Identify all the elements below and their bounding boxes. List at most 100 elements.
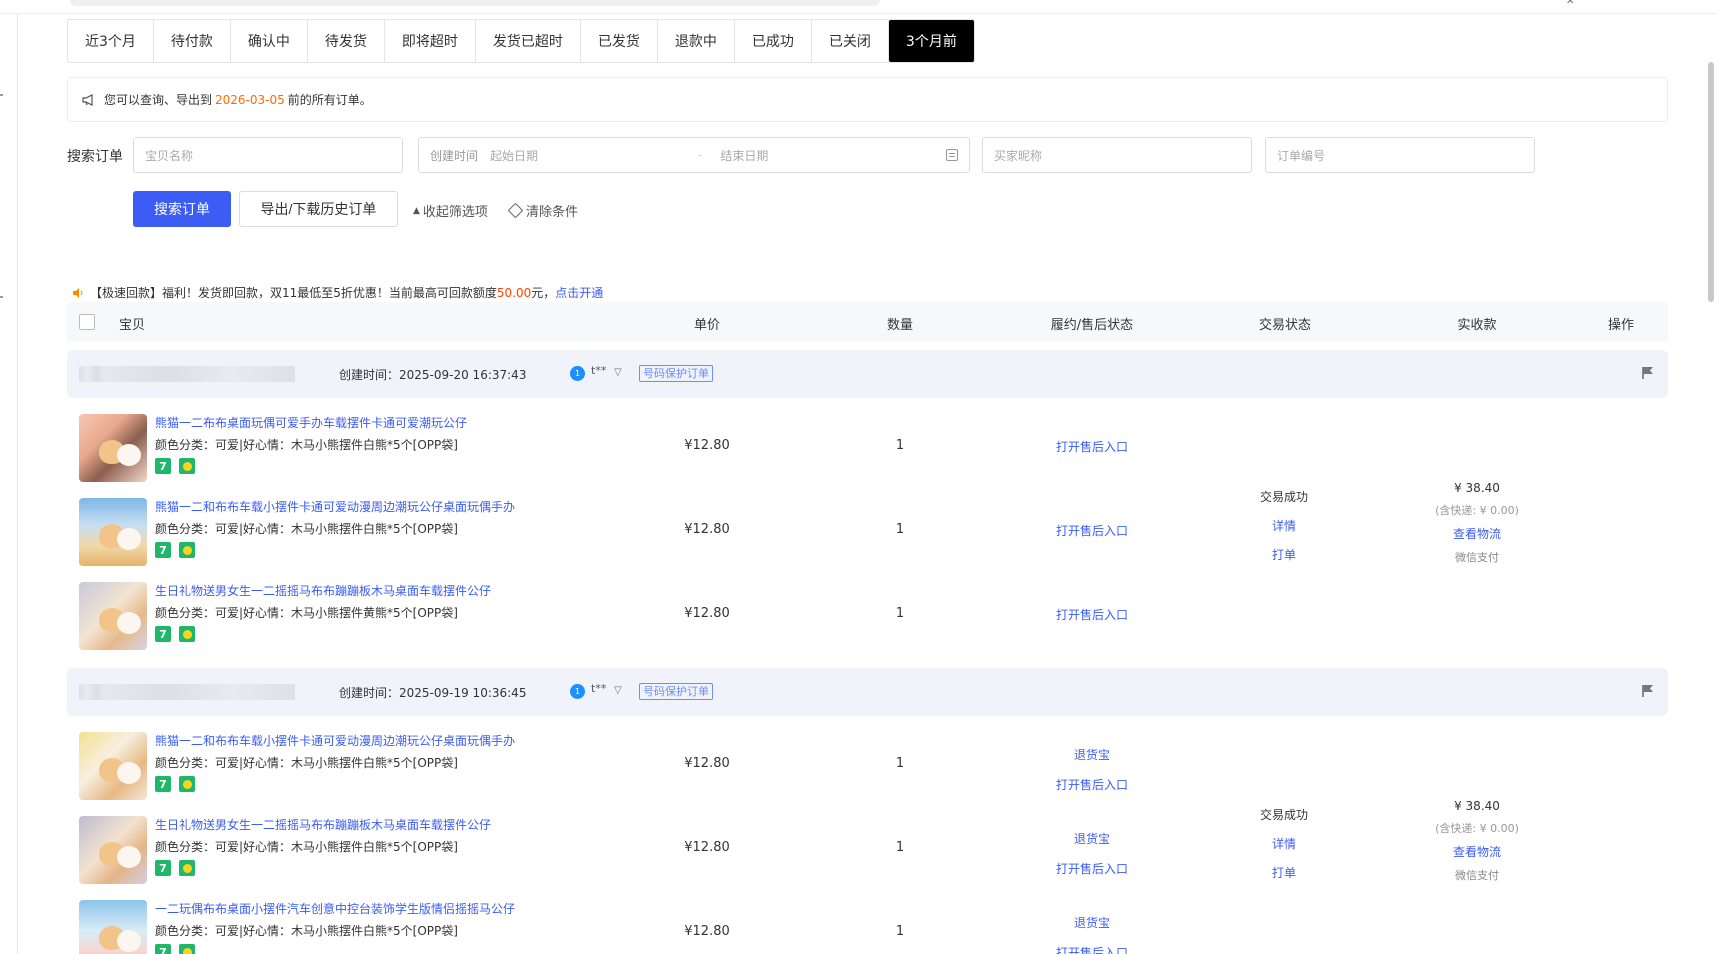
product-thumbnail[interactable] [79,816,147,884]
return-insurance-link[interactable]: 退货宝 [1074,914,1110,931]
order-number-input[interactable]: 订单编号 [1265,137,1535,173]
flag-icon[interactable] [1642,366,1654,380]
seven-day-return-icon: 7 [155,860,171,876]
order-detail-link[interactable]: 详情 [1260,835,1308,852]
chevron-up-icon: ▲ [413,205,420,216]
tab-1[interactable]: 待付款 [154,20,231,62]
product-title-link[interactable]: 熊猫一二布布桌面玩偶可爱手办车载摆件卡通可爱潮玩公仔 [155,414,467,431]
open-after-sale-link[interactable]: 打开售后入口 [1056,522,1128,539]
product-spec: 颜色分类：可爱|好心情：木马小熊摆件黄熊*5个[OPP袋] [155,606,458,620]
unit-price: ¥12.80 [684,756,730,771]
open-after-sale-link[interactable]: 打开售后入口 [1056,776,1128,793]
product-thumbnail[interactable] [79,732,147,800]
open-after-sale-link[interactable]: 打开售后入口 [1056,944,1128,954]
tab-2[interactable]: 确认中 [231,20,308,62]
order-number-redacted [105,366,295,382]
view-logistics-link[interactable]: 查看物流 [1435,525,1519,542]
speaker-icon [73,287,83,298]
header-quantity: 数量 [886,318,914,333]
buyer-nickname-input[interactable]: 买家昵称 [982,137,1252,173]
product-thumbnail[interactable] [79,900,147,954]
eraser-icon [507,202,524,219]
funnel-icon[interactable]: ▽ [614,685,622,696]
funnel-icon[interactable]: ▽ [614,367,622,378]
quantity: 1 [895,840,905,855]
promo-unit: 元， [531,286,556,300]
unit-price: ¥12.80 [684,438,730,453]
export-history-button[interactable]: 导出/下载历史订单 [239,191,398,227]
print-label-link[interactable]: 打单 [1260,546,1308,563]
return-insurance-link[interactable]: 退货宝 [1074,746,1110,763]
tab-9[interactable]: 已关闭 [812,20,889,62]
product-image-figure [117,528,141,550]
tab-10[interactable]: 3个月前 [888,20,974,62]
buyer-nickname[interactable]: t** [591,364,606,377]
search-orders-button[interactable]: 搜索订单 [133,191,231,227]
product-title-link[interactable]: 熊猫一二和布布车载小摆件卡通可爱动漫周边潮玩公仔桌面玩偶手办 [155,498,515,515]
wangwang-chat-icon[interactable]: 1 [570,366,585,381]
clear-conditions-link[interactable]: 清除条件 [507,201,579,220]
header-after-sale: 履约/售后状态 [1050,318,1134,333]
product-image-figure [117,444,141,466]
sidebar-marker [0,94,3,96]
open-after-sale-link[interactable]: 打开售后入口 [1056,438,1128,455]
product-spec: 颜色分类：可爱|好心情：木马小熊摆件白熊*5个[OPP袋] [155,522,458,536]
order-item-row: 熊猫一二和布布车载小摆件卡通可爱动漫周边潮玩公仔桌面玩偶手办 颜色分类：可爱|好心… [67,490,1668,570]
product-spec: 颜色分类：可爱|好心情：木马小熊摆件白熊*5个[OPP袋] [155,756,458,770]
tab-4[interactable]: 即将超时 [385,20,476,62]
open-after-sale-link[interactable]: 打开售后入口 [1056,606,1128,623]
page-scrollbar[interactable] [1708,62,1714,302]
end-date-input[interactable]: 结束日期 [720,147,768,164]
quantity: 1 [895,606,905,621]
order-detail-link[interactable]: 详情 [1260,517,1308,534]
collapse-filters-label: 收起筛选项 [422,205,488,220]
paid-amount: ¥ 38.40 [1454,799,1500,813]
start-date-input[interactable]: 起始日期 [490,147,690,164]
tab-7[interactable]: 退款中 [658,20,735,62]
product-title-link[interactable]: 一二玩偶布布桌面小摆件汽车创意中控台装饰学生版情侣摇摇马公仔 [155,900,515,917]
calendar-icon[interactable] [946,149,958,161]
tab-8[interactable]: 已成功 [735,20,812,62]
tab-3[interactable]: 待发货 [308,20,385,62]
view-logistics-link[interactable]: 查看物流 [1435,843,1519,860]
clear-conditions-label: 清除条件 [526,205,579,220]
notice-prefix: 您可以查询、导出到 [104,93,213,107]
order-created-time: 创建时间：2025-09-19 10:36:45 [339,686,527,700]
buyer-nickname[interactable]: t** [591,682,606,695]
header-item: 宝贝 [119,318,146,333]
return-insurance-link[interactable]: 退货宝 [1074,830,1110,847]
created-date-range[interactable]: 创建时间 起始日期 - 结束日期 [418,137,970,173]
tab-0[interactable]: 近3个月 [68,20,154,62]
product-title-link[interactable]: 生日礼物送男女生一二摇摇马布布蹦蹦板木马桌面车载摆件公仔 [155,582,491,599]
print-label-link[interactable]: 打单 [1260,864,1308,881]
service-tags: 7 [155,626,195,642]
order-header: 创建时间：2025-09-20 16:37:43 1 t** ▽ 号码保护订单 [67,350,1668,398]
service-guarantee-icon [179,776,195,792]
trade-status-text: 交易成功 [1259,808,1309,822]
product-thumbnail[interactable] [79,414,147,482]
select-all-checkbox[interactable] [79,314,95,330]
product-thumbnail[interactable] [79,582,147,650]
wangwang-chat-icon[interactable]: 1 [570,684,585,699]
header-trade-status: 交易状态 [1258,318,1312,333]
promo-activate-link[interactable]: 点击开通 [555,284,603,301]
service-guarantee-icon [179,458,195,474]
product-thumbnail[interactable] [79,498,147,566]
item-name-input[interactable]: 宝贝名称 [133,137,403,173]
collapse-filters-link[interactable]: ▲ 收起筛选项 [413,201,488,220]
product-title-link[interactable]: 熊猫一二和布布车载小摆件卡通可爱动漫周边潮玩公仔桌面玩偶手办 [155,732,515,749]
flag-icon[interactable] [1642,684,1654,698]
close-icon[interactable]: ✕ [1566,0,1574,7]
tab-6[interactable]: 已发货 [581,20,658,62]
product-title-link[interactable]: 生日礼物送男女生一二摇摇马布布蹦蹦板木马桌面车载摆件公仔 [155,816,491,833]
header-operations: 操作 [1607,318,1635,333]
fast-payout-promo: 【极速回款】福利！发货即回款，双11最低至5折优惠！当前最高可回款额度 50.0… [72,284,603,301]
product-spec: 颜色分类：可爱|好心情：木马小熊摆件白熊*5个[OPP袋] [155,840,458,854]
service-tags: 7 [155,458,195,474]
tab-5[interactable]: 发货已超时 [476,20,581,62]
global-search-bar[interactable] [70,0,880,6]
service-guarantee-icon [179,542,195,558]
open-after-sale-link[interactable]: 打开售后入口 [1056,860,1128,877]
shipping-fee: (含快递: ¥ 0.00) [1435,822,1519,835]
order-created-time: 创建时间：2025-09-20 16:37:43 [339,368,527,382]
